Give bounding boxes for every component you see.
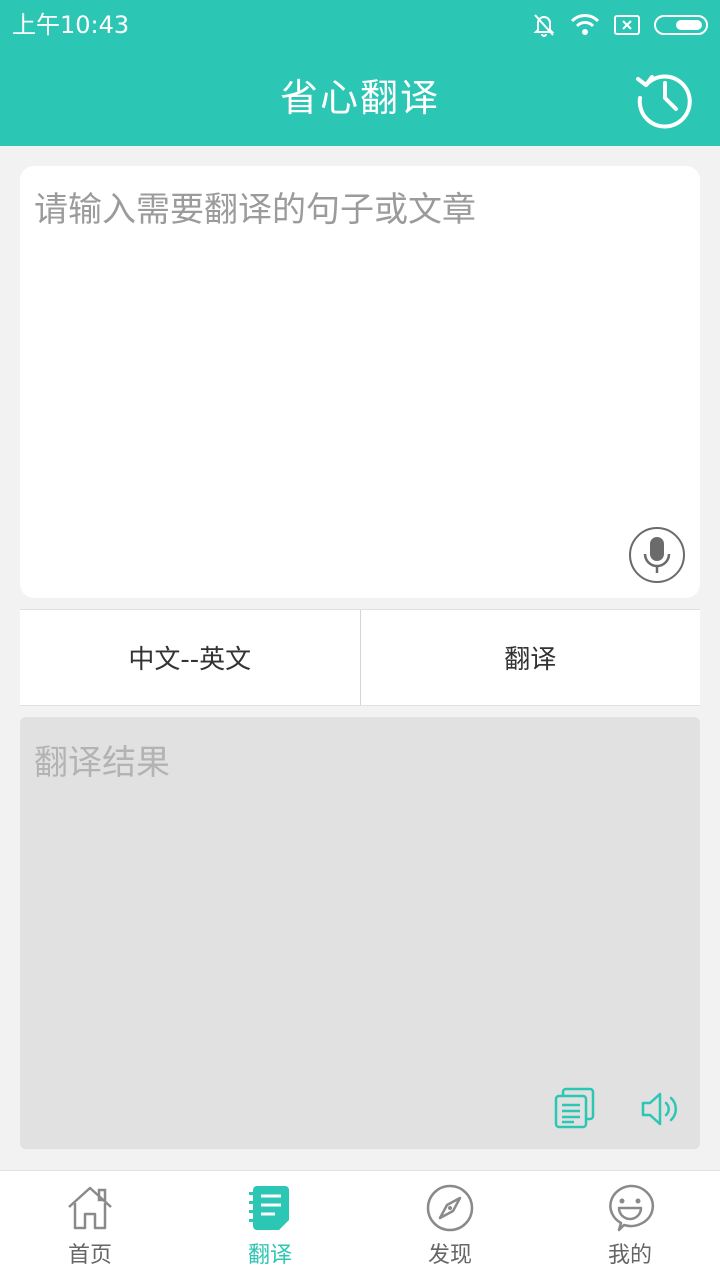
history-icon [636,74,692,129]
sim-off-icon [614,14,640,36]
nav-label-profile: 我的 [607,1243,652,1268]
status-icons [532,10,708,40]
source-text-card [20,166,700,598]
translate-button[interactable]: 翻译 [361,610,701,705]
copy-result-button[interactable] [554,1087,596,1129]
voice-input-button[interactable] [628,526,686,584]
nav-label-discover: 发现 [427,1243,472,1268]
app-header: 省心翻译 [0,50,720,146]
source-text-input[interactable] [20,166,700,598]
translation-result-card: 翻译结果 [20,717,700,1149]
bottom-nav: 首页 翻译 发现 我的 [0,1170,720,1280]
action-row: 中文--英文 翻译 [20,609,700,706]
speak-result-button[interactable] [640,1089,680,1129]
history-button[interactable] [634,67,696,129]
language-pair-selector[interactable]: 中文--英文 [20,610,360,705]
nav-item-discover[interactable]: 发现 [360,1171,540,1280]
home-icon [68,1186,112,1230]
copy-icon [554,1087,595,1129]
nav-label-translate: 翻译 [247,1243,292,1268]
compass-icon [426,1184,474,1232]
status-bar: 上午10:43 [0,0,720,50]
battery-icon [654,14,708,36]
mute-bell-icon [532,12,556,38]
nav-item-home[interactable]: 首页 [0,1171,180,1280]
translation-result-text: 翻译结果 [34,743,170,783]
microphone-icon [629,527,685,583]
speaker-icon [641,1092,678,1126]
status-time: 上午10:43 [12,11,130,39]
nav-label-home: 首页 [67,1243,112,1268]
wifi-icon [570,13,600,37]
nav-item-translate[interactable]: 翻译 [180,1171,360,1280]
page-title: 省心翻译 [279,76,440,120]
nav-item-profile[interactable]: 我的 [540,1171,720,1280]
smiley-profile-icon [609,1184,655,1232]
translate-notebook-icon [249,1186,289,1230]
